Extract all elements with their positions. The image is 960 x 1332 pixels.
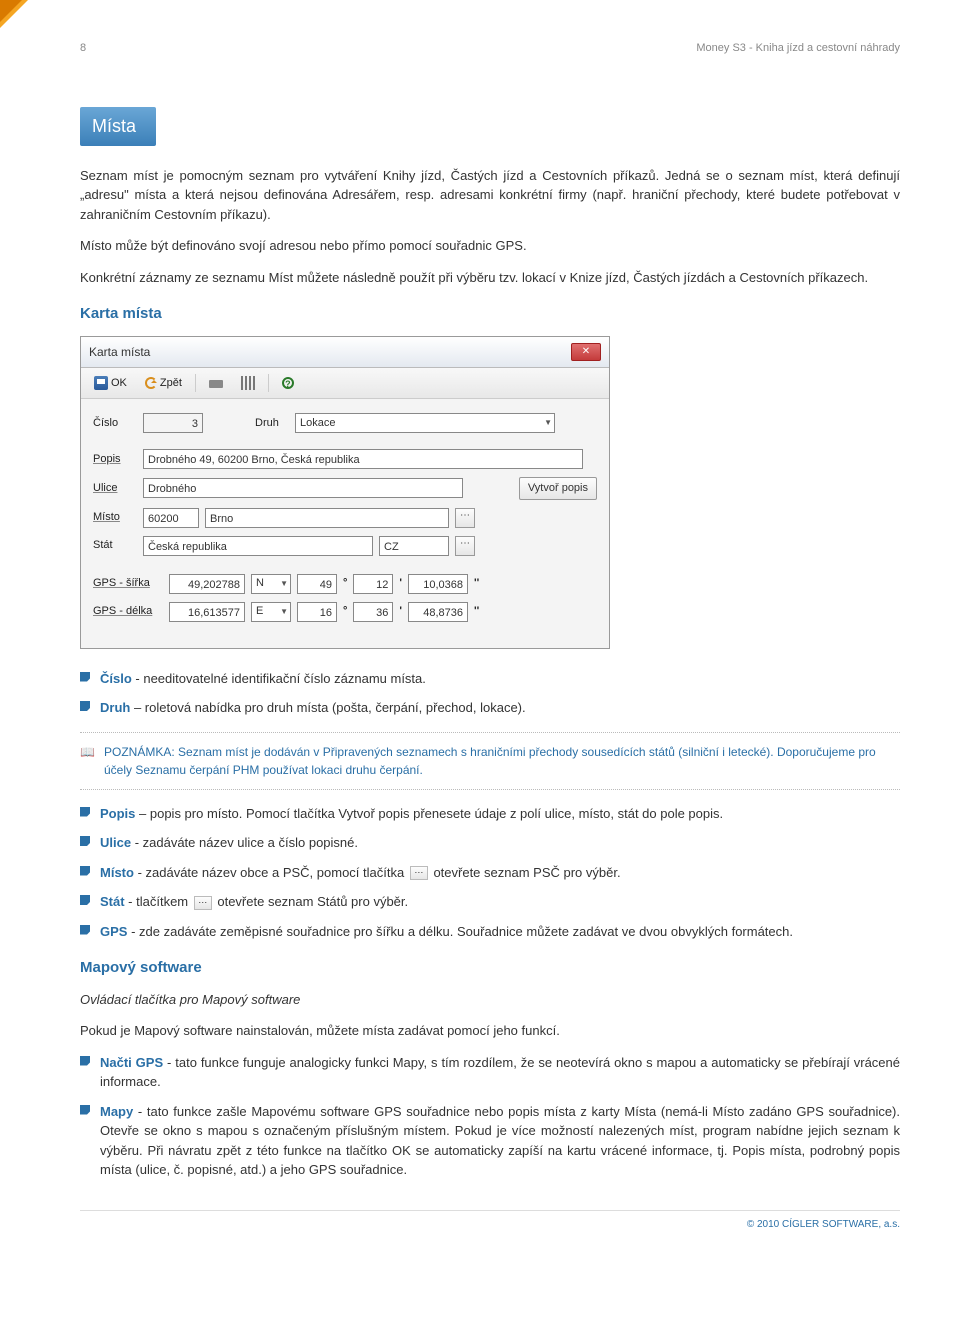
field-sirka-sec[interactable]: 10,0368 [408, 574, 468, 594]
map-intro-2: Pokud je Mapový software nainstalován, m… [80, 1021, 900, 1041]
field-sirka-deg[interactable]: 49 [297, 574, 337, 594]
intro-paragraph-2: Místo může být definováno svojí adresou … [80, 236, 900, 256]
label-misto: Místo [93, 509, 137, 526]
section-title-tab: Místa [80, 107, 156, 146]
undo-icon [145, 377, 157, 389]
toolbar-separator [268, 374, 269, 392]
close-icon[interactable]: ✕ [571, 343, 601, 361]
toolbar-help-button[interactable]: ? [275, 374, 301, 392]
page-corner-accent-inner [0, 0, 22, 22]
minute-mark: ' [399, 603, 402, 620]
field-delka-sec[interactable]: 48,8736 [408, 602, 468, 622]
degree-mark: ° [343, 603, 347, 620]
subheading-mapovy-software: Mapový software [80, 957, 900, 980]
bullet-nacti-gps: Načti GPS - tato funkce funguje analogic… [80, 1053, 900, 1092]
bullet-cislo: Číslo - needitovatelné identifikační čís… [80, 669, 900, 689]
intro-paragraph-3: Konkrétní záznamy ze seznamu Míst můžete… [80, 268, 900, 288]
save-icon [94, 376, 108, 390]
field-sirka-dec[interactable]: 49,202788 [169, 574, 245, 594]
label-gps-sirka: GPS - šířka [93, 575, 163, 592]
second-mark: '' [474, 575, 479, 592]
field-stat-kod[interactable]: CZ [379, 536, 449, 556]
subheading-karta-mista: Karta místa [80, 303, 900, 326]
minute-mark: ' [399, 575, 402, 592]
back-button[interactable]: Zpět [138, 372, 189, 395]
degree-mark: ° [343, 575, 347, 592]
bullet-mapy: Mapy - tato funkce zašle Mapovému softwa… [80, 1102, 900, 1180]
connector-icon [209, 380, 223, 388]
dialog-title: Karta místa [89, 343, 150, 361]
bullet-druh: Druh – roletová nabídka pro druh místa (… [80, 698, 900, 718]
label-gps-delka: GPS - délka [93, 603, 163, 620]
label-popis: Popis [93, 451, 137, 468]
field-misto-obec[interactable]: Brno [205, 508, 449, 528]
label-ulice: Ulice [93, 480, 137, 497]
intro-paragraph-1: Seznam míst je pomocným seznam pro vytvá… [80, 166, 900, 225]
bullet-ulice: Ulice - zadáváte název ulice a číslo pop… [80, 833, 900, 853]
field-cislo: 3 [143, 413, 203, 433]
dialog-karta-mista: Karta místa ✕ OK Zpět ? Číslo 3 Druh [80, 336, 610, 649]
lookup-stat-button[interactable]: ⋯ [455, 536, 475, 556]
vytvor-popis-button[interactable]: Vytvoř popis [519, 477, 597, 500]
toolbar-connect-button[interactable] [202, 374, 230, 391]
lookup-psc-button[interactable]: ⋯ [455, 508, 475, 528]
dots-icon: ⋯ [194, 896, 212, 910]
label-stat: Stát [93, 537, 137, 554]
bullet-gps: GPS - zde zadáváte zeměpisné souřadnice … [80, 922, 900, 942]
ok-button[interactable]: OK [87, 372, 134, 395]
back-label: Zpět [160, 375, 182, 392]
grid-icon [241, 376, 255, 390]
select-druh[interactable]: Lokace [295, 413, 555, 433]
bullet-popis: Popis – popis pro místo. Pomocí tlačítka… [80, 804, 900, 824]
help-icon: ? [282, 377, 294, 389]
label-druh: Druh [255, 415, 289, 432]
label-cislo: Číslo [93, 415, 137, 432]
field-ulice[interactable]: Drobného [143, 478, 463, 498]
second-mark: '' [474, 603, 479, 620]
note-box: POZNÁMKA: Seznam míst je dodáván v Připr… [80, 732, 900, 790]
dialog-toolbar: OK Zpět ? [81, 368, 609, 400]
bullet-misto: Místo - zadáváte název obce a PSČ, pomoc… [80, 863, 900, 883]
dots-icon: ⋯ [410, 866, 428, 880]
map-intro-1: Ovládací tlačítka pro Mapový software [80, 990, 900, 1010]
field-sirka-min[interactable]: 12 [353, 574, 393, 594]
field-delka-min[interactable]: 36 [353, 602, 393, 622]
select-delka-hem[interactable]: E [251, 602, 291, 622]
bullet-stat: Stát - tlačítkem ⋯ otevřete seznam Států… [80, 892, 900, 912]
select-sirka-hem[interactable]: N [251, 574, 291, 594]
page-footer: © 2010 CÍGLER SOFTWARE, a.s. [80, 1210, 900, 1232]
toolbar-separator [195, 374, 196, 392]
page-number: 8 [80, 40, 86, 57]
field-delka-dec[interactable]: 16,613577 [169, 602, 245, 622]
running-header: Money S3 - Kniha jízd a cestovní náhrady [696, 40, 900, 57]
ok-label: OK [111, 375, 127, 392]
field-popis[interactable]: Drobného 49, 60200 Brno, Česká republika [143, 449, 583, 469]
toolbar-grid-button[interactable] [234, 373, 262, 393]
field-delka-deg[interactable]: 16 [297, 602, 337, 622]
field-misto-psc[interactable]: 60200 [143, 508, 199, 528]
field-stat-nazev[interactable]: Česká republika [143, 536, 373, 556]
